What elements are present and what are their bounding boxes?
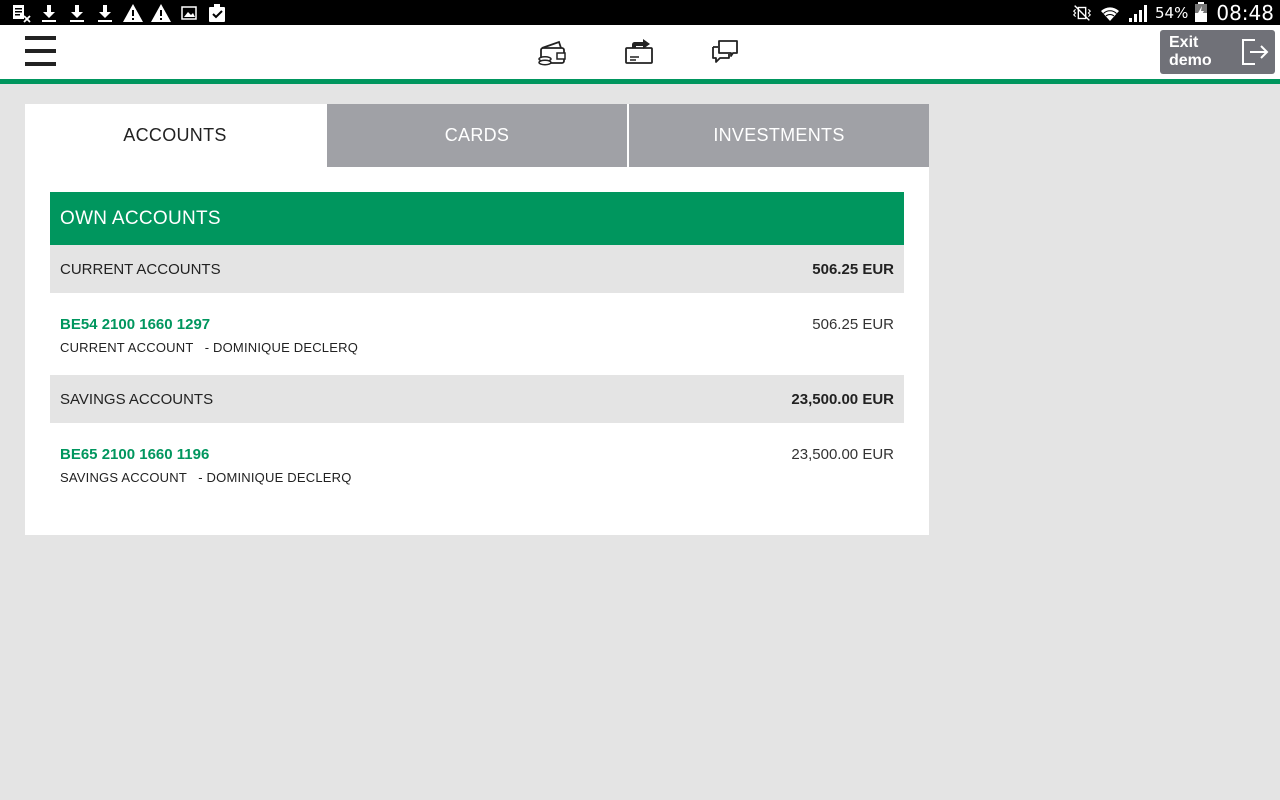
exit-icon bbox=[1240, 37, 1272, 67]
exit-demo-button[interactable]: Exit demo bbox=[1160, 30, 1275, 74]
vibrate-icon bbox=[1071, 2, 1093, 23]
warning-icon bbox=[122, 2, 144, 23]
accounts-panel: ACCOUNTS CARDS INVESTMENTS OWN ACCOUNTS … bbox=[25, 104, 929, 535]
wallet-icon[interactable] bbox=[537, 37, 569, 67]
group-label: SAVINGS ACCOUNTS bbox=[60, 390, 214, 408]
account-row-current[interactable]: BE54 2100 1660 1297 CURRENT ACCOUNT - DO… bbox=[50, 293, 904, 375]
exit-demo-label: Exit demo bbox=[1169, 34, 1212, 69]
wifi-icon bbox=[1099, 2, 1121, 23]
sim-card-icon bbox=[10, 2, 32, 23]
group-label: CURRENT ACCOUNTS bbox=[60, 260, 221, 278]
app-bar: Exit demo bbox=[0, 25, 1280, 79]
group-current-accounts: CURRENT ACCOUNTS 506.25 EUR bbox=[50, 245, 904, 293]
status-bar: 54% 08:48 bbox=[0, 0, 1280, 25]
group-total: 23,500.00 EUR bbox=[791, 390, 894, 408]
tab-bar: ACCOUNTS CARDS INVESTMENTS bbox=[25, 104, 929, 167]
account-description: CURRENT ACCOUNT - DOMINIQUE DECLERQ bbox=[60, 340, 359, 355]
account-row-savings[interactable]: BE65 2100 1660 1196 SAVINGS ACCOUNT - DO… bbox=[50, 423, 904, 505]
download-icon bbox=[38, 2, 60, 23]
clock: 08:48 bbox=[1216, 0, 1274, 25]
app-bar-accent-line bbox=[0, 79, 1280, 84]
signal-icon bbox=[1127, 2, 1149, 23]
own-accounts-header: OWN ACCOUNTS bbox=[50, 192, 904, 245]
battery-percent: 54% bbox=[1155, 3, 1189, 22]
account-description: SAVINGS ACCOUNT - DOMINIQUE DECLERQ bbox=[60, 470, 352, 485]
group-total: 506.25 EUR bbox=[812, 260, 894, 278]
account-iban[interactable]: BE54 2100 1660 1297 bbox=[60, 316, 210, 333]
hamburger-menu-icon[interactable] bbox=[25, 34, 56, 68]
account-amount: 506.25 EUR bbox=[812, 316, 894, 333]
clipboard-check-icon bbox=[206, 2, 228, 23]
download-icon bbox=[94, 2, 116, 23]
warning-icon bbox=[150, 2, 172, 23]
group-savings-accounts: SAVINGS ACCOUNTS 23,500.00 EUR bbox=[50, 375, 904, 423]
chat-icon[interactable] bbox=[709, 37, 741, 67]
download-icon bbox=[66, 2, 88, 23]
system-icons: 54% 08:48 bbox=[1071, 0, 1274, 25]
tab-accounts[interactable]: ACCOUNTS bbox=[25, 104, 325, 167]
tab-investments[interactable]: INVESTMENTS bbox=[629, 104, 929, 167]
image-icon bbox=[178, 2, 200, 23]
battery-icon bbox=[1194, 2, 1208, 23]
account-amount: 23,500.00 EUR bbox=[791, 446, 894, 463]
tab-cards[interactable]: CARDS bbox=[327, 104, 627, 167]
notification-icons bbox=[10, 2, 228, 23]
transfer-icon[interactable] bbox=[623, 37, 655, 67]
account-iban[interactable]: BE65 2100 1660 1196 bbox=[60, 446, 209, 463]
